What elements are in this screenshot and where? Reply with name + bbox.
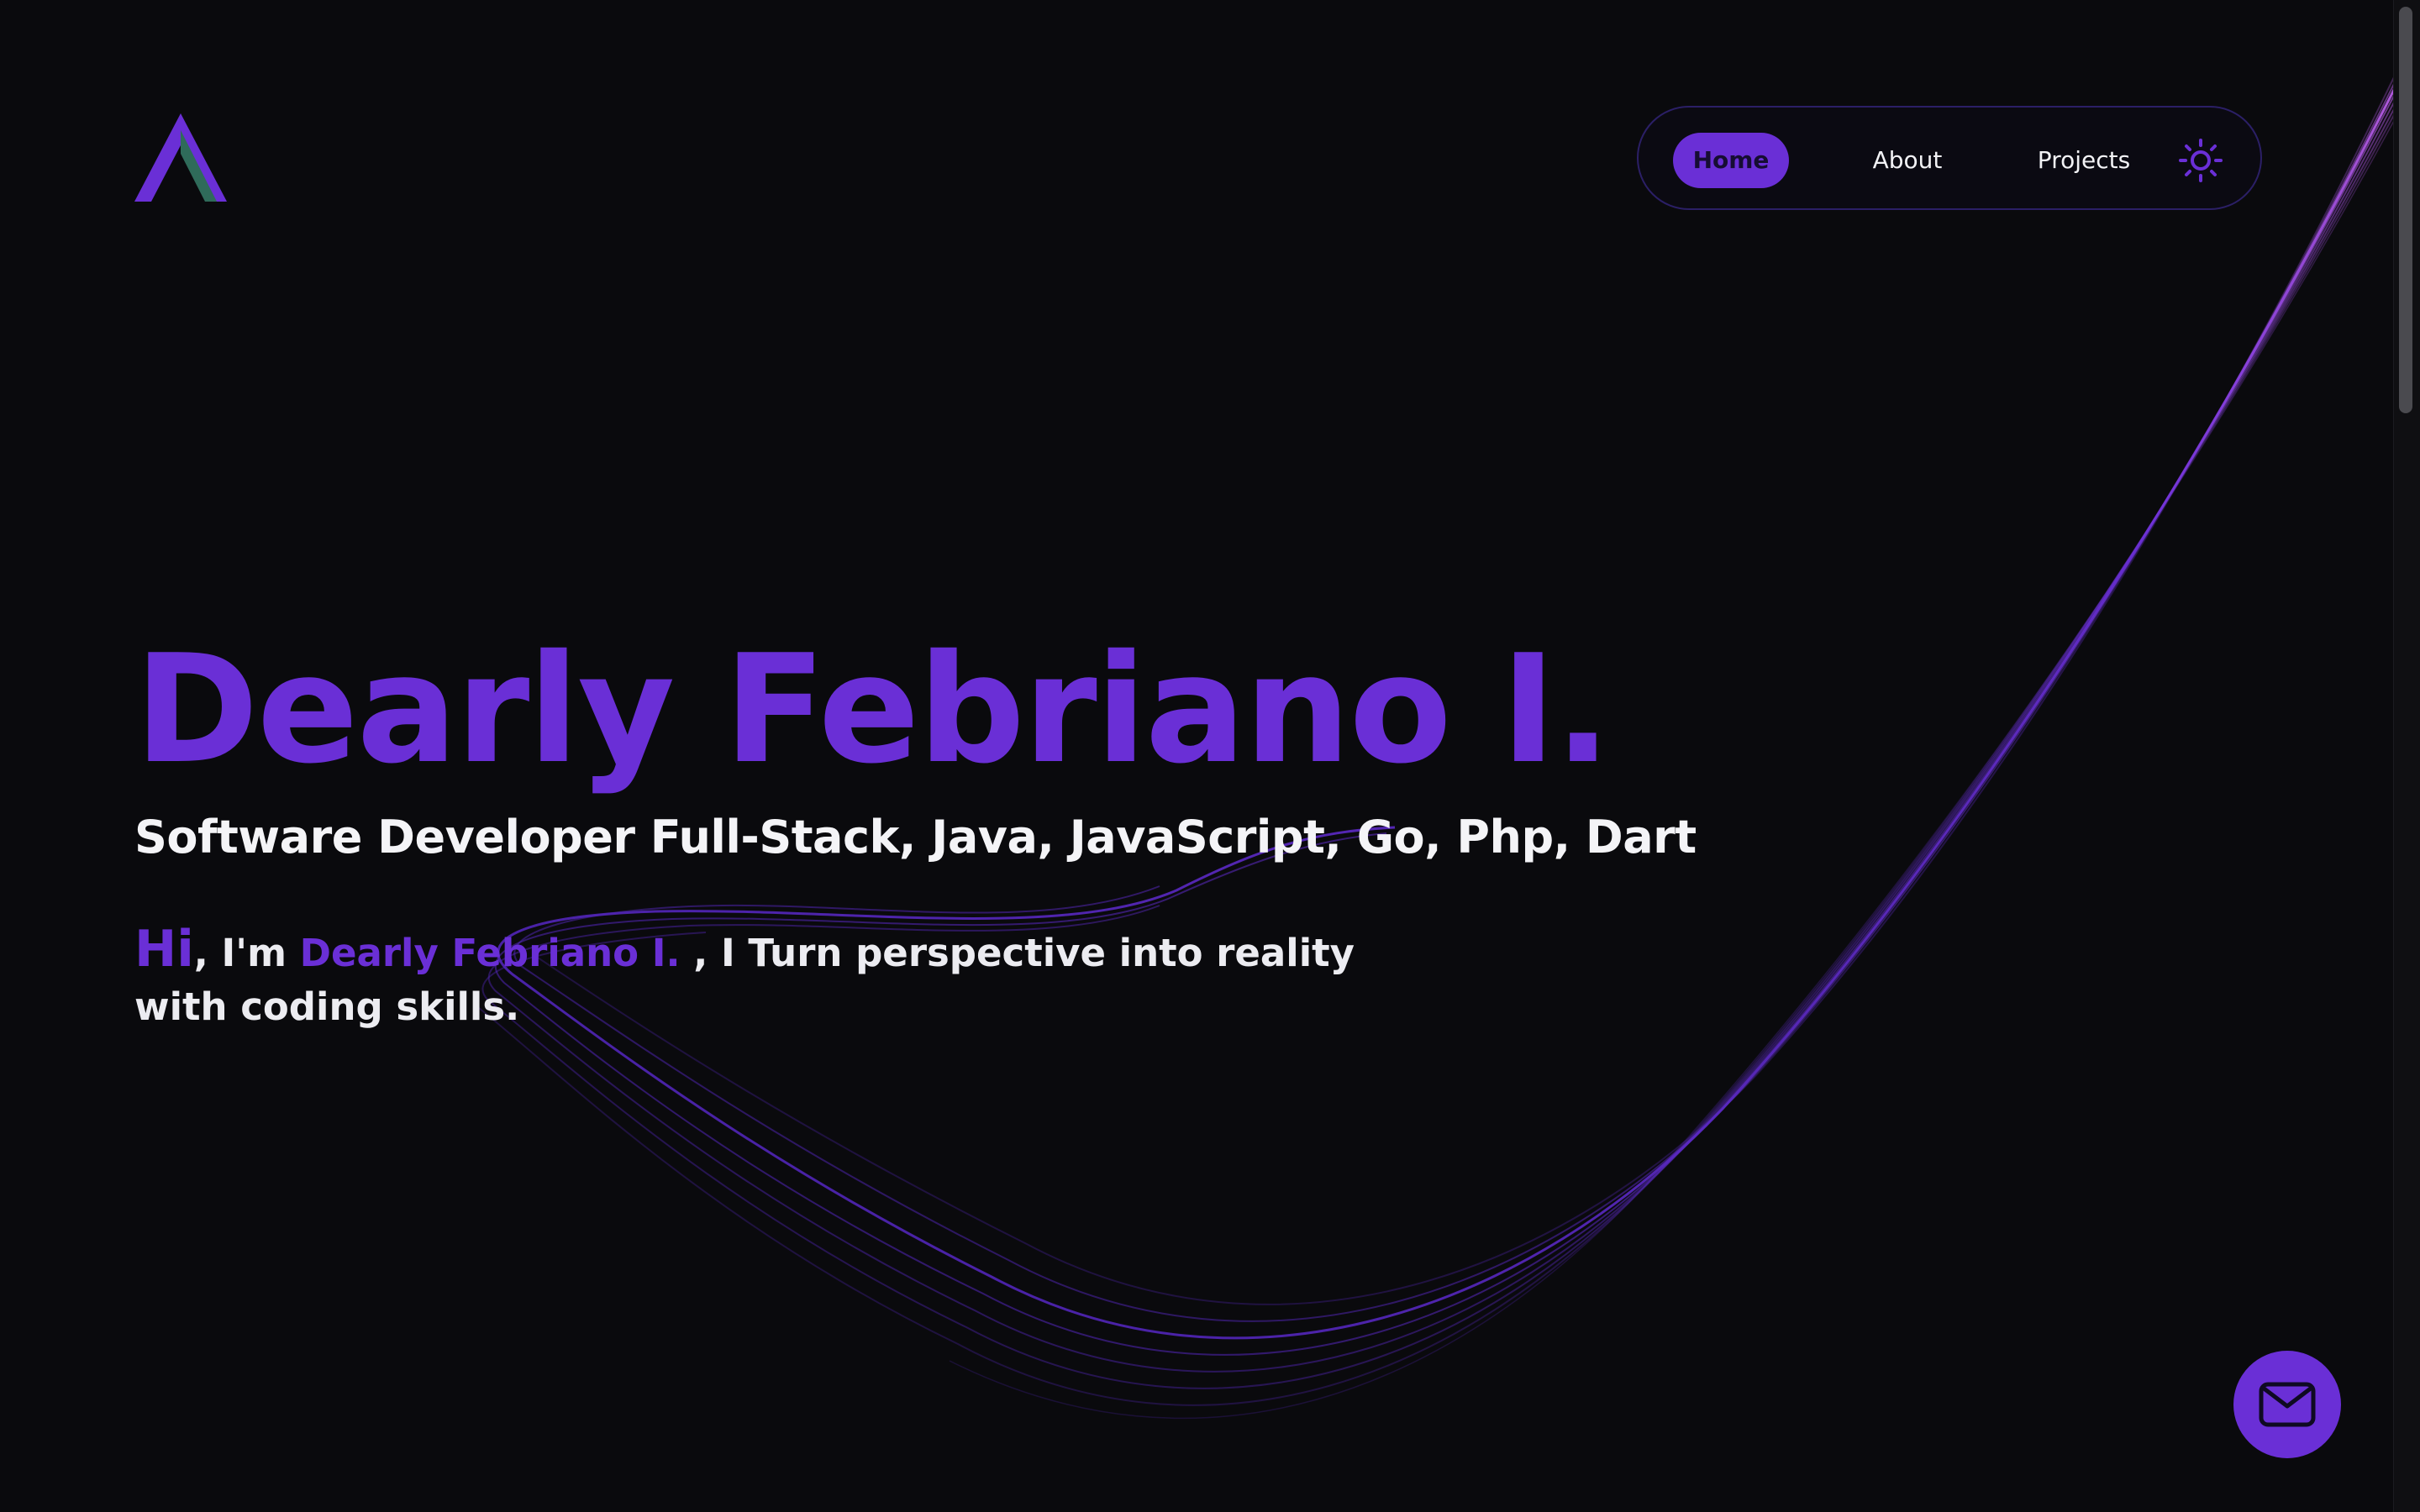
mail-icon [2259, 1382, 2316, 1427]
nav-home-button[interactable]: Home [1673, 133, 1789, 188]
hero-role: Software Developer Full-Stack, Java, Jav… [134, 811, 1697, 864]
hero-intro: Hi, I'm Dearly Febriano I. , I Turn pers… [134, 922, 1445, 1034]
hero-intro-im: , I'm [193, 931, 300, 975]
main-nav: Home About Projects [1637, 106, 2262, 210]
nav-about-link[interactable]: About [1840, 133, 1975, 188]
hero-intro-name: Dearly Febriano I. [299, 931, 681, 975]
hero-intro-hi: Hi [134, 920, 194, 979]
contact-mail-button[interactable] [2233, 1351, 2341, 1458]
page: Home About Projects Dearly Febriano I. S… [0, 0, 2420, 1512]
hero-name: Dearly Febriano I. [134, 622, 1612, 796]
nav-projects-link[interactable]: Projects [2008, 133, 2160, 188]
logo-icon[interactable] [134, 113, 227, 202]
sun-icon[interactable] [2178, 138, 2223, 183]
scrollbar-thumb[interactable] [2399, 7, 2412, 413]
